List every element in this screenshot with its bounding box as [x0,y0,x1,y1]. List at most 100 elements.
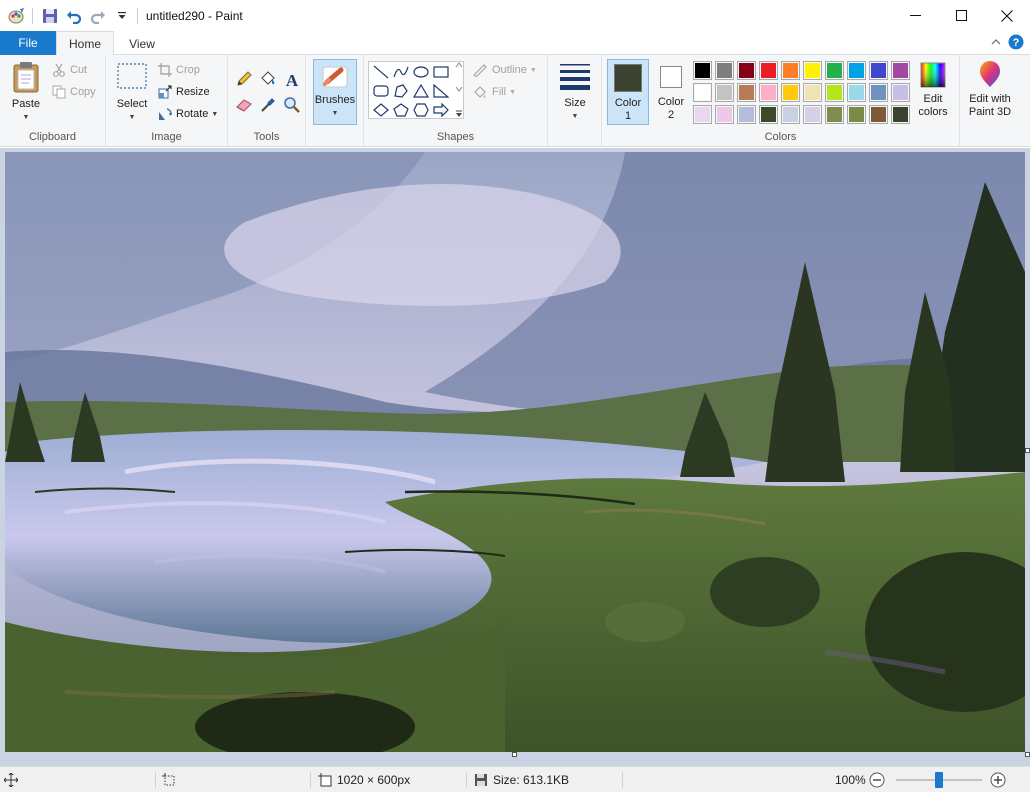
palette-swatch[interactable] [693,105,712,124]
select-button[interactable]: Select ▼ [112,61,152,124]
palette-swatch[interactable] [891,61,910,80]
scroll-up-icon[interactable] [455,62,463,68]
palette-swatch[interactable] [891,83,910,102]
tab-home[interactable]: Home [56,31,114,56]
tab-file[interactable]: File [0,31,56,55]
right-triangle-shape-icon[interactable] [431,82,451,100]
palette-swatch[interactable] [715,83,734,102]
scroll-down-icon[interactable] [455,86,463,92]
tab-view[interactable]: View [114,31,170,56]
resize-handle-corner[interactable] [1025,752,1030,757]
line-thickness-icon [560,64,590,90]
window-title: untitled290 - Paint [146,8,243,23]
line-shape-icon[interactable] [371,63,391,81]
eraser-icon[interactable] [234,95,254,115]
cut-button[interactable]: Cut [52,60,87,80]
palette-swatch[interactable] [803,105,822,124]
size-button[interactable]: Size ▼ [554,61,596,123]
palette-swatch[interactable] [781,83,800,102]
image-dimensions-text: 1020 × 600px [337,773,411,787]
rectangle-shape-icon[interactable] [431,63,451,81]
oval-shape-icon[interactable] [411,63,431,81]
customize-qa-chevron-icon[interactable] [111,5,133,27]
pentagon-shape-icon[interactable] [391,101,411,119]
rotate-button[interactable]: Rotate ▼ [158,104,218,124]
fill-bucket-icon[interactable] [258,69,278,89]
zoom-slider[interactable] [896,767,982,792]
outline-button[interactable]: Outline ▼ [472,60,537,80]
palette-swatch[interactable] [759,83,778,102]
pencil-icon[interactable] [234,69,254,89]
color1-button[interactable]: Color 1 [607,59,649,125]
close-button[interactable] [984,0,1030,31]
save-icon[interactable] [39,5,61,27]
palette-swatch[interactable] [737,83,756,102]
palette-swatch-fill [761,107,776,122]
paste-button[interactable]: Paste ▼ [6,61,46,124]
text-tool-icon[interactable]: A [282,69,302,89]
palette-swatch[interactable] [803,83,822,102]
collapse-ribbon-chevron-icon[interactable] [990,36,1002,51]
palette-swatch[interactable] [737,105,756,124]
shapes-scroll[interactable] [454,62,464,118]
palette-swatch[interactable] [869,105,888,124]
magnifier-icon[interactable] [282,95,302,115]
palette-swatch[interactable] [693,83,712,102]
palette-swatch[interactable] [781,61,800,80]
palette-swatch[interactable] [847,61,866,80]
redo-icon[interactable] [87,5,109,27]
shapes-group-label: Shapes [436,131,475,143]
palette-swatch[interactable] [825,83,844,102]
palette-swatch[interactable] [869,83,888,102]
palette-swatch[interactable] [825,61,844,80]
rounded-rectangle-shape-icon[interactable] [371,82,391,100]
palette-swatch[interactable] [847,105,866,124]
undo-icon[interactable] [63,5,85,27]
resize-button[interactable]: Resize [158,82,210,102]
palette-swatch-fill [783,63,798,78]
palette-swatch[interactable] [891,105,910,124]
color-picker-icon[interactable] [258,95,278,115]
crop-button[interactable]: Crop [158,60,200,80]
palette-swatch[interactable] [781,105,800,124]
palette-swatch[interactable] [759,61,778,80]
ribbon: Paste ▼ Cut Copy Clipboard Select ▼ Crop… [0,55,1030,147]
help-icon[interactable]: ? [1008,34,1024,53]
polygon-shape-icon[interactable] [391,82,411,100]
palette-swatch[interactable] [803,61,822,80]
color2-button[interactable]: Color 2 [651,59,691,125]
palette-swatch[interactable] [847,83,866,102]
copy-button[interactable]: Copy [52,82,96,102]
hexagon-shape-icon[interactable] [411,101,431,119]
maximize-button[interactable] [938,0,984,31]
palette-swatch[interactable] [759,105,778,124]
diamond-shape-icon[interactable] [371,101,391,119]
palette-swatch[interactable] [715,61,734,80]
palette-swatch[interactable] [869,61,888,80]
fill-button[interactable]: Fill ▼ [472,82,516,102]
select-dropdown-chevron-icon: ▼ [128,114,136,121]
palette-swatch[interactable] [715,105,734,124]
arrow-shape-icon[interactable] [431,101,451,119]
color2-swatch [660,66,682,88]
zoom-in-button[interactable] [990,767,1006,792]
color-wheel-icon [920,62,946,88]
resize-handle-bottom[interactable] [512,752,517,757]
zoom-out-button[interactable] [869,767,885,792]
paint-app-icon[interactable] [6,5,28,27]
minimize-button[interactable] [892,0,938,31]
palette-swatch[interactable] [737,61,756,80]
resize-icon [158,85,172,99]
edit-with-paint3d-button[interactable]: Edit with Paint 3D [962,61,1018,119]
palette-swatch[interactable] [825,105,844,124]
curve-shape-icon[interactable] [391,63,411,81]
palette-swatch[interactable] [693,61,712,80]
expand-gallery-icon[interactable] [455,110,463,118]
canvas-workarea[interactable] [0,148,1030,766]
resize-handle-right[interactable] [1025,448,1030,453]
copy-icon [52,85,66,99]
zoom-slider-thumb[interactable] [935,772,943,788]
triangle-shape-icon[interactable] [411,82,431,100]
drawing-canvas[interactable] [5,152,1025,752]
edit-colors-button[interactable]: Edit colors [913,61,953,119]
